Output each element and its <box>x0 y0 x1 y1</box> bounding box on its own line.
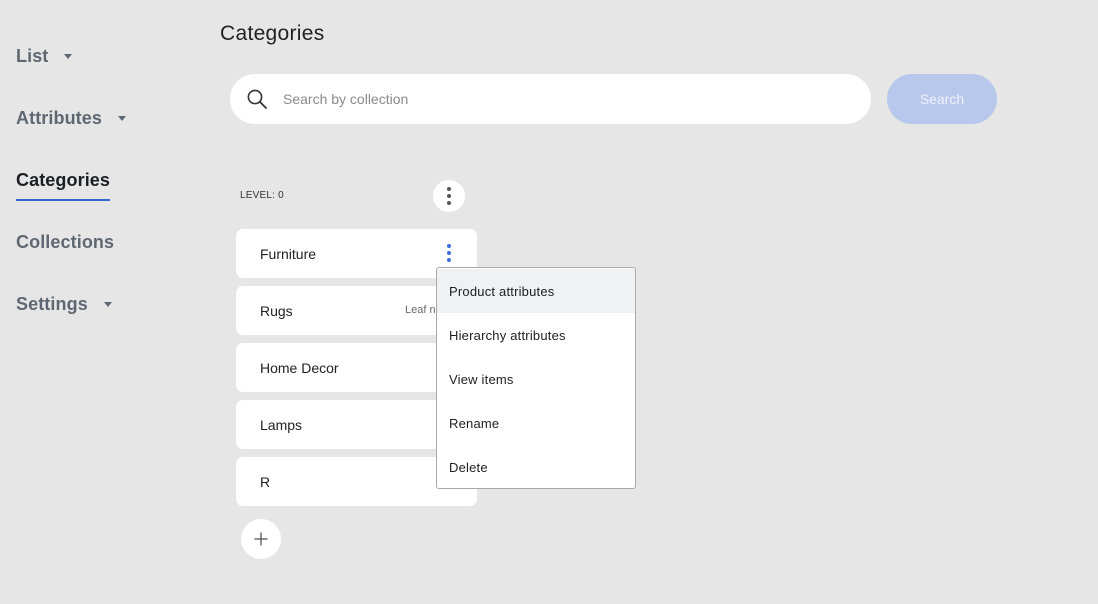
caret-down-icon <box>64 54 73 59</box>
category-name: R <box>260 473 271 490</box>
sidebar-item-label: Attributes <box>16 108 102 128</box>
sidebar-item-collections[interactable]: Collections <box>16 232 114 253</box>
menu-item-product-attributes[interactable]: Product attributes <box>437 269 635 313</box>
sidebar-item-label: Settings <box>16 294 88 314</box>
menu-item-delete[interactable]: Delete <box>437 445 635 488</box>
sidebar-item-settings[interactable]: Settings <box>16 294 112 315</box>
add-category-button[interactable] <box>241 519 281 559</box>
search-button[interactable]: Search <box>887 74 997 124</box>
leaf-badge: Leaf n <box>405 304 436 316</box>
sidebar: List Attributes Categories Collections S… <box>0 0 200 604</box>
category-name: Lamps <box>260 416 303 433</box>
level-label: LEVEL: 0 <box>240 190 284 201</box>
caret-down-icon <box>103 302 112 307</box>
page-title: Categories <box>220 22 325 45</box>
search-bar <box>230 74 871 124</box>
caret-down-icon <box>118 116 126 121</box>
sidebar-item-label: Categories <box>16 170 111 190</box>
sidebar-item-label: Collections <box>16 232 115 252</box>
search-icon <box>247 89 267 109</box>
menu-item-hierarchy-attributes[interactable]: Hierarchy attributes <box>437 313 635 357</box>
search-input[interactable] <box>283 91 843 107</box>
sidebar-item-categories[interactable]: Categories <box>16 170 111 201</box>
category-context-menu: Product attributes Hierarchy attributes … <box>436 267 636 489</box>
sidebar-item-label: List <box>16 46 49 66</box>
menu-item-rename[interactable]: Rename <box>437 401 635 445</box>
menu-item-view-items[interactable]: View items <box>437 357 635 401</box>
category-name: Home Decor <box>260 359 339 376</box>
category-menu-button[interactable] <box>445 238 453 268</box>
category-name: Furniture <box>260 245 317 262</box>
level-menu-button[interactable] <box>433 180 465 212</box>
more-vertical-icon <box>447 244 451 262</box>
more-vertical-icon <box>447 187 451 205</box>
sidebar-item-attributes[interactable]: Attributes <box>16 108 126 129</box>
plus-icon <box>254 532 268 546</box>
sidebar-item-list[interactable]: List <box>16 46 73 67</box>
category-name: Rugs <box>260 302 293 319</box>
